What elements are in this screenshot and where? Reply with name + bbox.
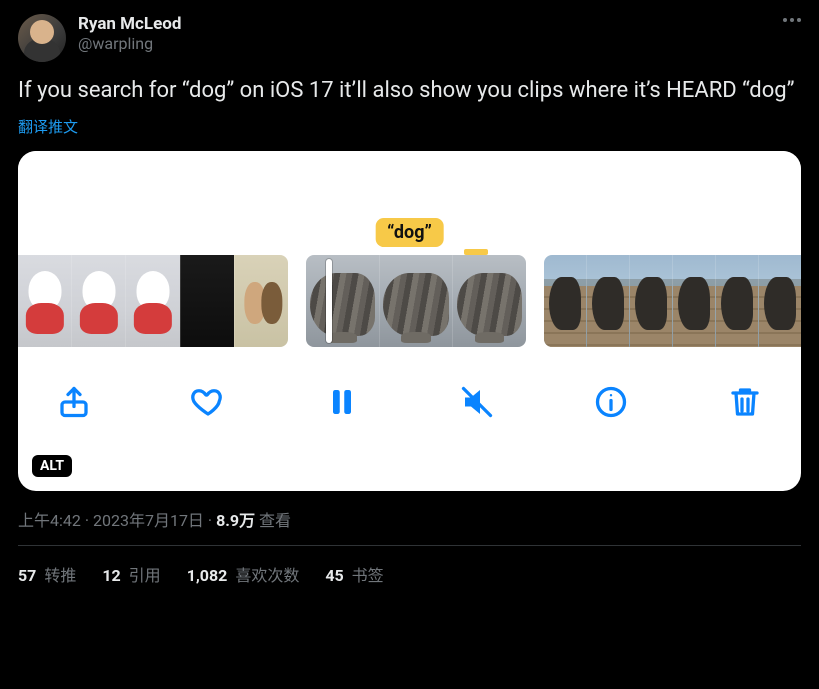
heart-icon[interactable] bbox=[186, 380, 230, 424]
handle: @warpling bbox=[78, 34, 181, 53]
clip-group-3[interactable] bbox=[544, 255, 801, 347]
tweet-meta: 上午4:42 · 2023年7月17日 · 8.9万 查看 bbox=[18, 507, 801, 531]
alt-badge[interactable]: ALT bbox=[32, 455, 72, 477]
more-icon[interactable] bbox=[783, 14, 801, 22]
clip-thumb[interactable] bbox=[452, 255, 526, 347]
tweet-container: Ryan McLeod @warpling If you search for … bbox=[0, 0, 819, 586]
views-number: 8.9万 bbox=[216, 511, 255, 530]
tweet-text: If you search for “dog” on iOS 17 it’ll … bbox=[18, 76, 801, 106]
author-names[interactable]: Ryan McLeod @warpling bbox=[78, 14, 181, 54]
retweets-label: 转推 bbox=[40, 566, 76, 585]
bookmarks-stat[interactable]: 45 书签 bbox=[325, 562, 383, 586]
bookmarks-num: 45 bbox=[325, 566, 343, 585]
stats-line: 57 转推 12 引用 1,082 喜欢次数 45 书签 bbox=[18, 546, 801, 586]
views-label: 查看 bbox=[255, 511, 291, 530]
info-icon[interactable] bbox=[589, 380, 633, 424]
clip-thumb[interactable] bbox=[18, 255, 71, 347]
clip-thumb[interactable] bbox=[586, 255, 629, 347]
quotes-label: 引用 bbox=[125, 566, 161, 585]
playhead-icon[interactable] bbox=[326, 259, 332, 343]
tweet-time[interactable]: 上午4:42 bbox=[18, 511, 81, 530]
trash-icon[interactable] bbox=[723, 380, 767, 424]
likes-num: 1,082 bbox=[187, 566, 228, 585]
clip-thumb[interactable] bbox=[544, 255, 586, 347]
translate-link[interactable]: 翻译推文 bbox=[18, 116, 78, 137]
clip-thumb[interactable] bbox=[71, 255, 125, 347]
caption-chip: “dog” bbox=[375, 218, 444, 247]
clip-thumb[interactable] bbox=[306, 255, 379, 347]
media-card[interactable]: “dog” bbox=[18, 151, 801, 491]
retweets-num: 57 bbox=[18, 566, 36, 585]
clip-thumb[interactable] bbox=[715, 255, 758, 347]
clip-group-2[interactable] bbox=[306, 255, 526, 347]
display-name: Ryan McLeod bbox=[78, 14, 181, 34]
retweets-stat[interactable]: 57 转推 bbox=[18, 562, 76, 586]
clip-thumb[interactable] bbox=[125, 255, 179, 347]
quotes-num: 12 bbox=[102, 566, 120, 585]
clip-thumb[interactable] bbox=[234, 255, 288, 347]
likes-stat[interactable]: 1,082 喜欢次数 bbox=[187, 562, 300, 586]
pause-icon[interactable] bbox=[320, 380, 364, 424]
clip-thumb[interactable] bbox=[379, 255, 453, 347]
media-toolbar bbox=[18, 347, 801, 457]
share-icon[interactable] bbox=[52, 380, 96, 424]
quotes-stat[interactable]: 12 引用 bbox=[102, 562, 160, 586]
bookmarks-label: 书签 bbox=[348, 566, 384, 585]
media-caption-area: “dog” bbox=[18, 151, 801, 255]
separator: · bbox=[81, 511, 93, 530]
avatar[interactable] bbox=[18, 14, 66, 62]
separator: · bbox=[204, 511, 216, 530]
likes-label: 喜欢次数 bbox=[231, 566, 299, 585]
video-timeline[interactable] bbox=[18, 255, 801, 347]
clip-thumb[interactable] bbox=[180, 255, 234, 347]
clip-thumb[interactable] bbox=[758, 255, 801, 347]
mute-icon[interactable] bbox=[455, 380, 499, 424]
clip-thumb[interactable] bbox=[629, 255, 672, 347]
tweet-header: Ryan McLeod @warpling bbox=[18, 14, 801, 62]
tweet-date[interactable]: 2023年7月17日 bbox=[93, 511, 204, 530]
clip-group-1[interactable] bbox=[18, 255, 288, 347]
clip-thumb[interactable] bbox=[672, 255, 715, 347]
